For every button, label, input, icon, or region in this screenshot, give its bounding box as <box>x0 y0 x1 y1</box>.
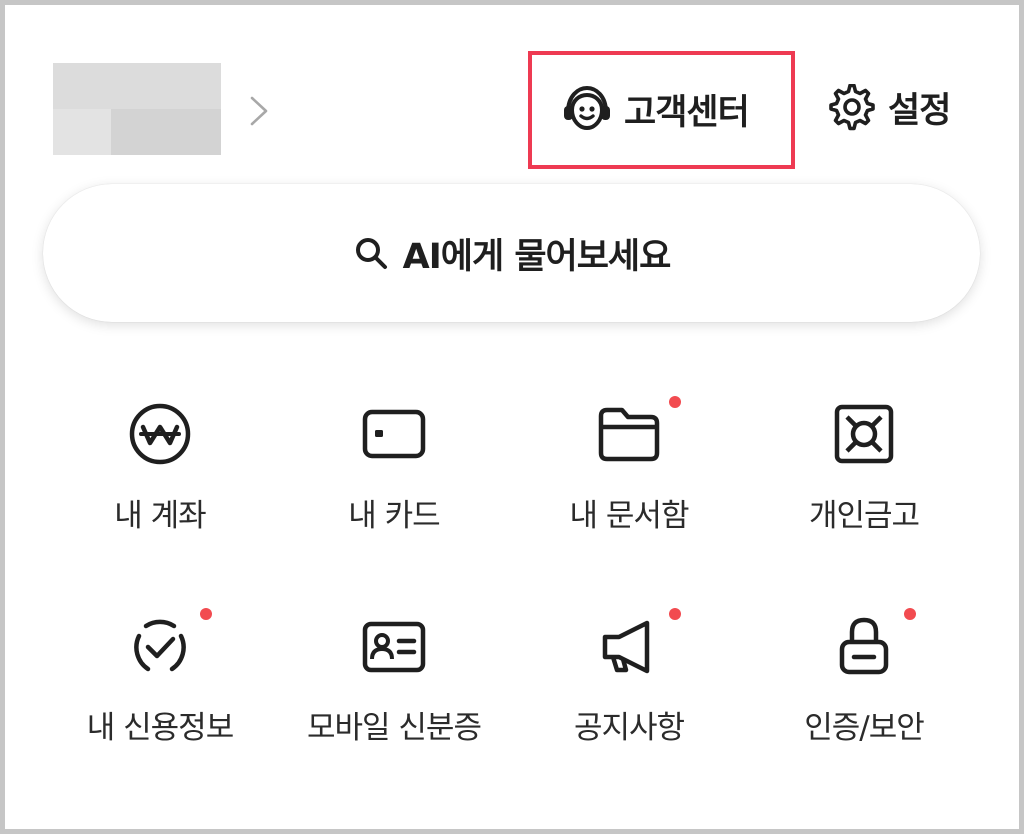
card-icon <box>358 398 430 470</box>
menu-item-label: 개인금고 <box>808 498 920 534</box>
id-card-icon <box>358 610 430 682</box>
menu-item-personal-safe[interactable]: 개인금고 <box>744 398 984 568</box>
menu-item-my-credit[interactable]: 내 신용정보 <box>40 608 280 780</box>
menu-item-mobile-id[interactable]: 모바일 신분증 <box>274 610 514 780</box>
headset-face-icon <box>564 85 610 131</box>
folder-icon <box>593 398 665 470</box>
menu-item-my-card[interactable]: 내 카드 <box>274 398 514 568</box>
menu-item-label: 공지사항 <box>573 710 685 746</box>
notification-dot <box>669 608 681 620</box>
lock-icon <box>828 610 900 682</box>
won-coin-icon <box>124 398 196 470</box>
menu-item-label: 인증/보안 <box>804 710 925 746</box>
settings-label: 설정 <box>888 91 951 131</box>
menu-item-label: 내 계좌 <box>114 498 206 534</box>
ai-search-label: AI에게 물어보세요 <box>402 236 672 277</box>
search-icon <box>355 238 387 269</box>
menu-item-label: 모바일 신분증 <box>307 710 482 746</box>
gear-icon <box>829 83 875 130</box>
ai-search-bar[interactable]: AI에게 물어보세요 <box>43 184 980 322</box>
safe-icon <box>828 398 900 470</box>
notification-dot <box>904 608 916 620</box>
notification-dot <box>669 396 681 408</box>
settings-button[interactable]: 설정 <box>828 82 951 133</box>
placeholder-block <box>111 109 221 155</box>
menu-item-label: 내 문서함 <box>569 498 690 534</box>
profile-name-placeholder[interactable] <box>53 63 221 155</box>
chevron-right-icon[interactable] <box>248 95 270 127</box>
menu-item-label: 내 카드 <box>348 498 440 534</box>
menu-item-auth-security[interactable]: 인증/보안 <box>744 608 984 780</box>
menu-item-label: 내 신용정보 <box>86 710 234 746</box>
customer-center-button[interactable]: 고객센터 <box>560 82 750 136</box>
credit-check-icon <box>124 610 196 682</box>
megaphone-icon <box>593 610 665 682</box>
menu-item-my-documents[interactable]: 내 문서함 <box>509 396 749 568</box>
menu-item-my-account[interactable]: 내 계좌 <box>40 398 280 568</box>
customer-center-label: 고객센터 <box>624 92 750 133</box>
placeholder-block <box>53 109 111 155</box>
notification-dot <box>200 608 212 620</box>
menu-item-notices[interactable]: 공지사항 <box>509 608 749 780</box>
